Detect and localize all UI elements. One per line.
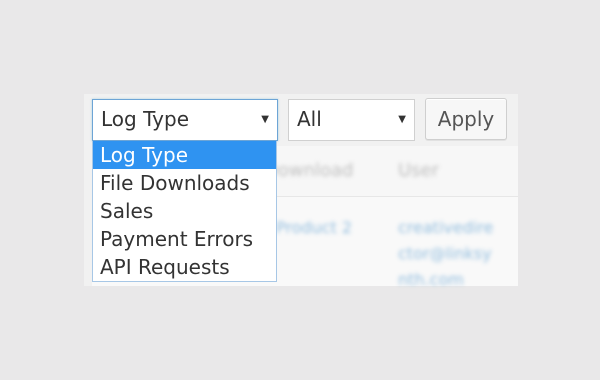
log-type-option-payment-errors[interactable]: Payment Errors — [93, 225, 276, 253]
triangle-down-icon: ▼ — [398, 114, 406, 125]
table-cell-user-link-line2[interactable]: ctor@linksy — [398, 244, 492, 263]
table-cell-user-link-line3[interactable]: nth.com — [398, 270, 464, 289]
status-select[interactable]: All ▼ — [288, 99, 415, 141]
table-header-download: Download — [264, 160, 354, 181]
apply-button[interactable]: Apply — [425, 98, 507, 140]
log-type-select-value: Log Type — [101, 107, 190, 131]
log-type-dropdown[interactable]: Log Type File Downloads Sales Payment Er… — [92, 141, 277, 282]
status-select-value: All — [297, 107, 322, 131]
log-type-option-log-type[interactable]: Log Type — [93, 141, 276, 169]
log-type-select[interactable]: Log Type ▼ — [92, 99, 278, 141]
table-cell-user-link-line1[interactable]: creativedire — [398, 218, 493, 237]
log-type-option-file-downloads[interactable]: File Downloads — [93, 169, 276, 197]
table-header-user: User — [398, 160, 440, 181]
log-type-option-sales[interactable]: Sales — [93, 197, 276, 225]
triangle-down-icon: ▼ — [261, 114, 269, 125]
table-cell-product-link[interactable]: Product 2 — [276, 218, 352, 237]
log-type-option-api-requests[interactable]: API Requests — [93, 253, 276, 281]
